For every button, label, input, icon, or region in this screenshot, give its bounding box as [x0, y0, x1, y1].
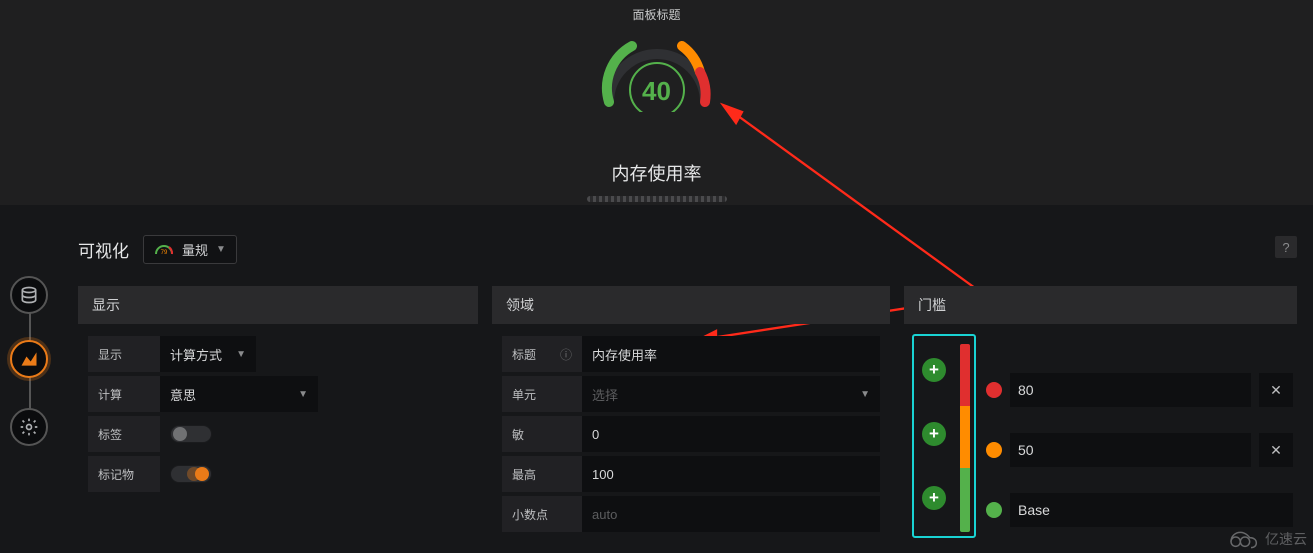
chevron-down-icon: ▼ — [298, 389, 308, 400]
tab-visualization[interactable] — [10, 340, 48, 378]
label-min: 敏 — [502, 416, 582, 452]
add-threshold-button[interactable]: + — [922, 486, 946, 510]
section-display: 显示 — [78, 286, 478, 324]
help-button[interactable]: ? — [1275, 236, 1297, 258]
threshold-row: ✕ — [986, 428, 1293, 472]
threshold-row: ✕ — [986, 368, 1293, 412]
threshold-value-input[interactable] — [1018, 442, 1243, 458]
label-calc: 计算 — [88, 376, 160, 412]
tab-queries[interactable] — [10, 276, 48, 314]
remove-threshold-button[interactable]: ✕ — [1259, 433, 1293, 467]
tab-general[interactable] — [10, 408, 48, 446]
panel-title: 面板标题 — [0, 6, 1313, 23]
select-show[interactable]: 计算方式 ▼ — [160, 336, 256, 372]
visualization-picker[interactable]: 79 量规 ▼ — [143, 235, 237, 264]
label-markers: 标记物 — [88, 456, 160, 492]
chevron-down-icon: ▼ — [236, 349, 246, 360]
threshold-color-dot[interactable] — [986, 502, 1002, 518]
threshold-value-input[interactable] — [1018, 502, 1285, 518]
label-title: 标题ⓘ — [502, 336, 582, 372]
threshold-highlight: + + + — [912, 334, 976, 538]
threshold-value-input[interactable] — [1018, 382, 1243, 398]
chevron-down-icon: ▼ — [216, 244, 226, 255]
toggle-labels[interactable] — [170, 425, 212, 443]
gauge-icon: 79 — [154, 242, 174, 256]
add-threshold-button[interactable]: + — [922, 358, 946, 382]
gauge-label: 内存使用率 — [612, 160, 702, 186]
section-thresholds: 门槛 — [904, 286, 1297, 324]
gauge: 40 — [592, 24, 722, 114]
input-title[interactable] — [592, 347, 870, 362]
toggle-markers[interactable] — [170, 465, 212, 483]
label-decimals: 小数点 — [502, 496, 582, 532]
add-threshold-button[interactable]: + — [922, 422, 946, 446]
threshold-color-dot[interactable] — [986, 442, 1002, 458]
label-labels: 标签 — [88, 416, 160, 452]
panel-resize-handle[interactable] — [587, 196, 727, 202]
chevron-down-icon: ▼ — [860, 389, 870, 400]
info-icon[interactable]: ⓘ — [560, 346, 572, 363]
input-min[interactable] — [592, 427, 870, 442]
input-max[interactable] — [592, 467, 870, 482]
threshold-row — [986, 488, 1293, 532]
remove-threshold-button[interactable]: ✕ — [1259, 373, 1293, 407]
svg-text:79: 79 — [161, 250, 168, 256]
label-show: 显示 — [88, 336, 160, 372]
threshold-color-dot[interactable] — [986, 382, 1002, 398]
select-calc[interactable]: 意思 ▼ — [160, 376, 318, 412]
visualization-name: 量规 — [182, 240, 208, 259]
watermark: 亿速云 — [1227, 529, 1307, 549]
input-decimals[interactable] — [592, 507, 870, 522]
editor-section-heading: 可视化 — [78, 237, 129, 262]
section-field: 领域 — [492, 286, 890, 324]
label-unit: 单元 — [502, 376, 582, 412]
select-unit[interactable]: 选择 ▼ — [582, 376, 880, 412]
gauge-value: 40 — [592, 76, 722, 107]
label-max: 最高 — [502, 456, 582, 492]
